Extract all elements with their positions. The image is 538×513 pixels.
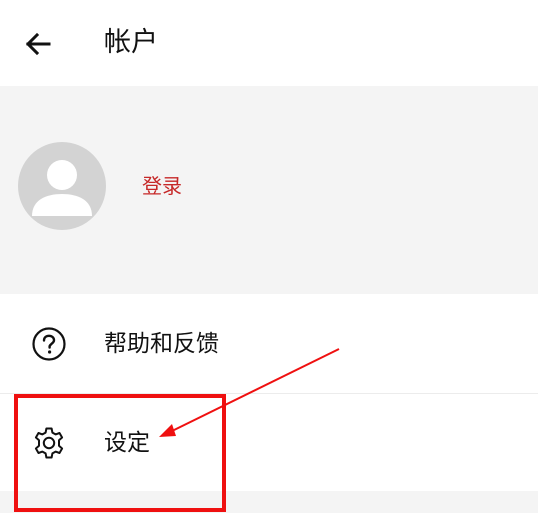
menu-item-label: 设定 (104, 430, 150, 456)
page-title: 帐户 (104, 27, 158, 58)
gear-icon (30, 424, 68, 462)
menu-item-label: 帮助和反馈 (104, 331, 219, 357)
account-screen: 帐户 登录 帮助和反馈 设定 (0, 0, 538, 513)
person-placeholder-icon (32, 160, 92, 216)
menu-item-settings[interactable]: 设定 (0, 394, 538, 486)
avatar[interactable] (18, 142, 106, 230)
menu-item-help-feedback[interactable]: 帮助和反馈 (0, 295, 538, 394)
bottom-divider-strip (0, 491, 538, 513)
help-circle-icon (30, 325, 68, 363)
arrow-left-icon (25, 32, 51, 56)
back-button[interactable] (18, 24, 58, 64)
login-link[interactable]: 登录 (142, 172, 182, 200)
profile-panel: 登录 (0, 86, 538, 294)
app-bar: 帐户 (0, 0, 538, 86)
